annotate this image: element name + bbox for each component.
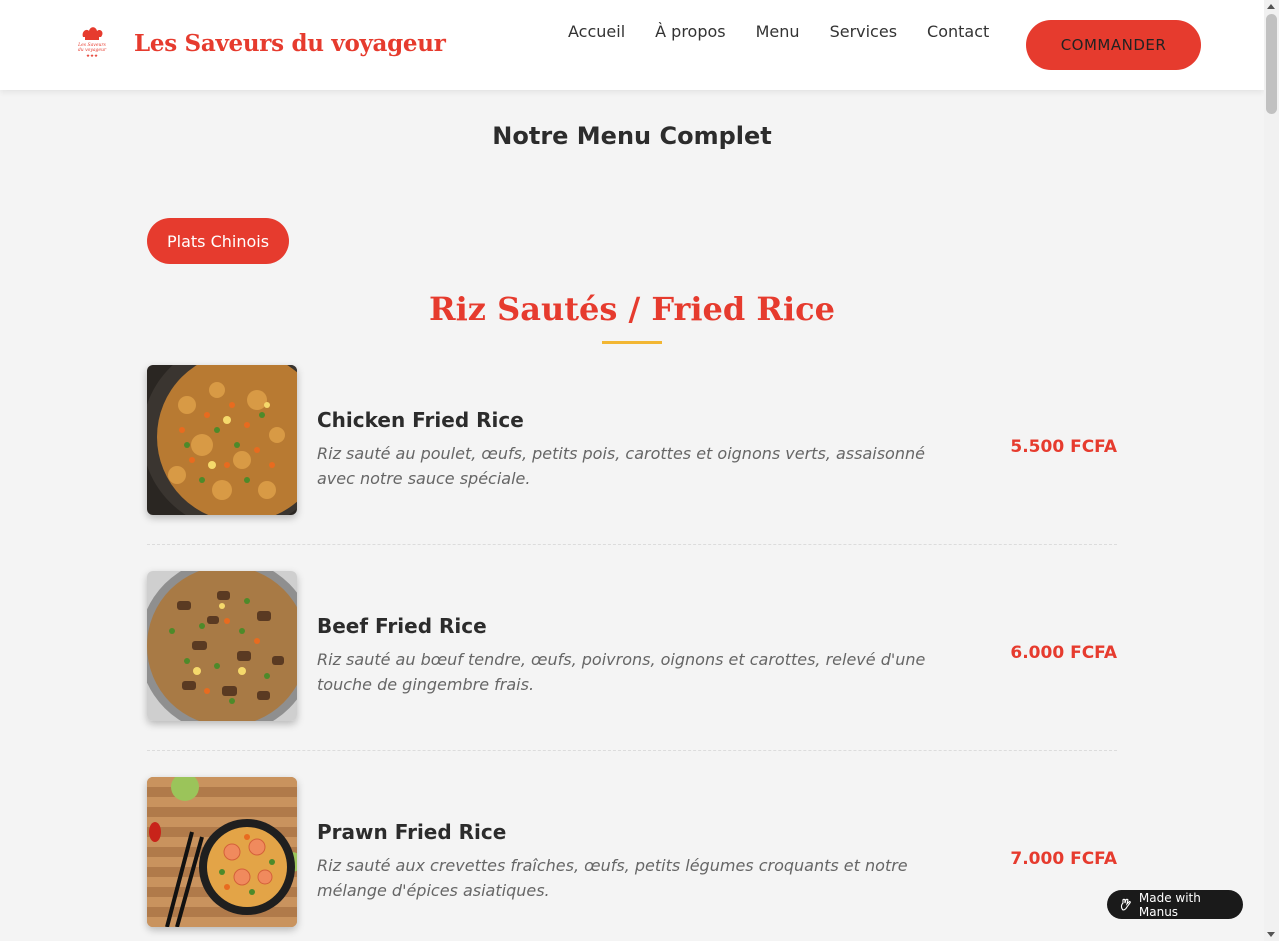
nav-accueil[interactable]: Accueil — [568, 22, 625, 41]
menu-item-name: Prawn Fried Rice — [317, 820, 507, 844]
page-scrollbar[interactable] — [1264, 0, 1279, 941]
brand-name[interactable]: Les Saveurs du voyageur — [134, 30, 446, 57]
menu-item-name: Beef Fried Rice — [317, 614, 487, 638]
badge-label: Made with Manus — [1138, 890, 1201, 919]
nav-contact[interactable]: Contact — [927, 22, 989, 41]
svg-text:★★★: ★★★ — [86, 53, 98, 58]
manus-icon — [1120, 898, 1131, 911]
nav-a-propos[interactable]: À propos — [655, 22, 725, 41]
page-title: Notre Menu Complet — [492, 122, 772, 150]
category-tab-chinese[interactable]: Plats Chinois — [147, 218, 290, 264]
chicken-fried-rice-photo — [147, 365, 297, 515]
chef-hat-logo-icon[interactable]: Les Saveurs du voyageur ★★★ — [76, 24, 108, 59]
menu-item: Chicken Fried Rice Riz sauté au poulet, … — [147, 365, 1117, 545]
scroll-up-arrow-icon[interactable] — [1267, 4, 1275, 9]
menu-item-price: 5.500 FCFA — [1010, 437, 1117, 457]
menu-item-description: Riz sauté au bœuf tendre, œufs, poivrons… — [317, 650, 926, 694]
made-with-manus-badge[interactable]: Made with Manus — [1107, 890, 1243, 919]
nav-services[interactable]: Services — [830, 22, 897, 41]
beef-fried-rice-photo — [147, 571, 297, 721]
nav-menu[interactable]: Menu — [756, 22, 800, 41]
menu-item: Prawn Fried Rice Riz sauté aux crevettes… — [147, 777, 1117, 941]
menu-item-name: Chicken Fried Rice — [317, 408, 524, 432]
section-title: Riz Sautés / Fried Rice — [429, 290, 835, 328]
section-divider — [602, 341, 662, 344]
menu-item-price: 6.000 FCFA — [1010, 643, 1117, 663]
main-nav: Accueil À propos Menu Services Contact — [568, 22, 989, 41]
menu-item-price: 7.000 FCFA — [1010, 849, 1117, 869]
svg-text:du voyageur: du voyageur — [78, 47, 107, 53]
menu-item-description: Riz sauté au poulet, œufs, petits pois, … — [317, 444, 925, 488]
scrollbar-thumb[interactable] — [1266, 14, 1277, 114]
menu-item: Beef Fried Rice Riz sauté au bœuf tendre… — [147, 571, 1117, 751]
site-header: Les Saveurs du voyageur ★★★ Les Saveurs … — [0, 0, 1264, 90]
menu-item-description: Riz sauté aux crevettes fraîches, œufs, … — [317, 856, 908, 900]
prawn-fried-rice-photo — [147, 777, 297, 927]
scroll-down-arrow-icon[interactable] — [1267, 932, 1275, 937]
order-button[interactable]: COMMANDER — [1026, 20, 1201, 70]
